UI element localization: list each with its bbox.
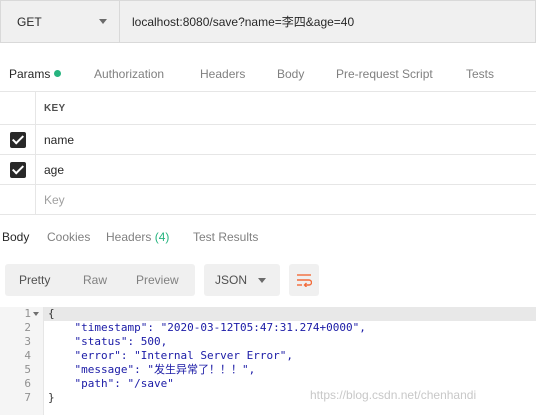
tab-authorization[interactable]: Authorization xyxy=(94,62,164,92)
param-check-cell xyxy=(0,185,36,214)
param-check-cell xyxy=(0,155,36,184)
tab-tests[interactable]: Tests xyxy=(466,62,494,92)
method-value: GET xyxy=(17,14,42,29)
headers-count-badge: (4) xyxy=(154,230,170,244)
view-preview-button[interactable]: Preview xyxy=(136,264,179,296)
format-value: JSON xyxy=(215,273,248,287)
response-tabs: Body Cookies Headers (4) Test Results xyxy=(0,224,536,252)
chevron-down-icon xyxy=(258,278,266,283)
tab-label: Headers xyxy=(106,230,152,244)
code-line: { xyxy=(48,307,55,320)
tab-response-body[interactable]: Body xyxy=(2,230,29,244)
chevron-down-icon xyxy=(99,19,107,24)
watermark: https://blog.csdn.net/chenhandi xyxy=(310,388,477,402)
header-check-cell xyxy=(0,92,36,124)
line-number: 7 xyxy=(24,391,31,404)
line-number: 1 xyxy=(0,307,43,321)
tab-cookies[interactable]: Cookies xyxy=(47,230,90,244)
tab-response-headers[interactable]: Headers (4) xyxy=(106,230,169,244)
param-checkbox-name[interactable] xyxy=(9,131,26,148)
line-number-gutter: 1 2 3 4 5 6 7 xyxy=(0,307,44,415)
view-mode-group: Pretty Raw Preview xyxy=(5,264,195,296)
param-row: name xyxy=(0,125,536,155)
param-row-new: Key xyxy=(0,185,536,215)
tab-headers[interactable]: Headers xyxy=(200,62,245,92)
tab-pre-request-script[interactable]: Pre-request Script xyxy=(336,62,433,92)
view-pretty-button[interactable]: Pretty xyxy=(19,264,50,296)
tab-test-results[interactable]: Test Results xyxy=(193,230,258,244)
new-param-key-input[interactable]: Key xyxy=(36,185,65,214)
wrap-lines-button[interactable] xyxy=(289,264,319,296)
request-bar: GET localhost:8080/save?name=李四&age=40 xyxy=(0,0,536,43)
code-line: "status": 500, xyxy=(48,335,168,348)
code-line: "timestamp": "2020-03-12T05:47:31.274+00… xyxy=(48,321,366,334)
param-row: age xyxy=(0,155,536,185)
param-checkbox-age[interactable] xyxy=(9,161,26,178)
tab-params[interactable]: Params xyxy=(9,62,62,92)
code-line: "error": "Internal Server Error", xyxy=(48,349,294,362)
params-table: KEY name age Key xyxy=(0,92,536,215)
url-value: localhost:8080/save?name=李四&age=40 xyxy=(132,15,355,29)
line-number: 3 xyxy=(24,335,31,348)
line-number: 5 xyxy=(24,363,31,376)
key-column-header: KEY xyxy=(44,102,66,114)
method-select[interactable]: GET xyxy=(0,0,120,43)
tab-label: Params xyxy=(9,67,51,81)
param-key-age[interactable]: age xyxy=(36,155,64,184)
param-key-name[interactable]: name xyxy=(36,125,74,154)
line-number: 6 xyxy=(24,377,31,390)
params-header-row: KEY xyxy=(0,92,536,125)
format-select[interactable]: JSON xyxy=(204,264,280,296)
code-line: "message": "发生异常了！！！", xyxy=(48,363,256,376)
response-toolbar: Pretty Raw Preview JSON xyxy=(0,264,536,296)
fold-arrow-icon[interactable] xyxy=(33,312,39,316)
param-check-cell xyxy=(0,125,36,154)
line-number: 2 xyxy=(24,321,31,334)
tab-body[interactable]: Body xyxy=(277,62,304,92)
request-tabs: Params Authorization Headers Body Pre-re… xyxy=(0,62,536,92)
line-number: 4 xyxy=(24,349,31,362)
wrap-lines-icon xyxy=(297,274,312,287)
params-active-dot-icon xyxy=(54,70,62,77)
url-input[interactable]: localhost:8080/save?name=李四&age=40 xyxy=(120,0,536,43)
view-raw-button[interactable]: Raw xyxy=(83,264,107,296)
